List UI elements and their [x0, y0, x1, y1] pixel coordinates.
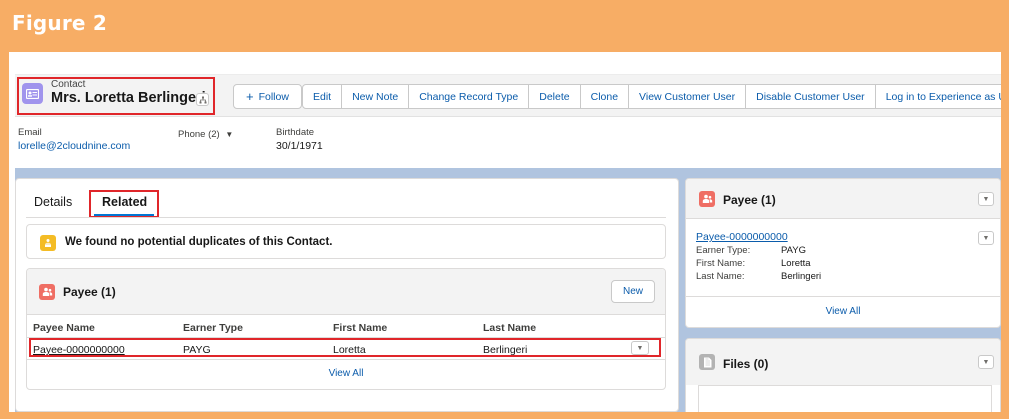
payee-row-highlight	[29, 338, 661, 357]
payee-icon	[699, 191, 715, 207]
related-tab-panel: Details Related We found no potential du…	[15, 178, 679, 412]
files-card: Files (0) ▼	[685, 338, 1001, 412]
row-divider	[27, 359, 665, 360]
chevron-down-icon: ▼	[225, 130, 234, 139]
record-header: Contact Mrs. Loretta Berlingeri + Follow…	[15, 74, 1001, 168]
birthdate-value: 30/1/1971	[276, 140, 323, 152]
payee-side-view-all[interactable]: View All	[686, 306, 1000, 317]
duplicate-message: We found no potential duplicates of this…	[65, 236, 333, 248]
column-header-payee-name[interactable]: Payee Name	[33, 322, 95, 334]
duplicate-check-card: We found no potential duplicates of this…	[26, 224, 666, 259]
first-name-label: First Name:	[696, 258, 746, 269]
earner-type-label: Earner Type:	[696, 245, 751, 256]
last-name-value: Berlingeri	[781, 271, 822, 282]
record-type-label: Contact	[51, 79, 86, 90]
related-tab-highlight	[89, 190, 159, 218]
files-upload-area[interactable]	[698, 385, 992, 412]
payee-side-header: Payee (1) ▼	[686, 179, 1000, 219]
payee-side-card: Payee (1) ▼ Payee-0000000000 ▼ Earner Ty…	[685, 178, 1001, 328]
birthdate-label: Birthdate	[276, 127, 315, 138]
files-title: Files (0)	[723, 357, 769, 371]
last-name-label: Last Name:	[696, 271, 745, 282]
payee-related-header: Payee (1) New	[27, 269, 665, 315]
plus-icon: +	[246, 89, 254, 104]
payee-view-all-link[interactable]: View All	[27, 368, 665, 379]
follow-button-group: + Follow	[233, 84, 302, 109]
hierarchy-icon[interactable]	[196, 93, 209, 106]
payee-item-menu[interactable]: ▼	[978, 231, 994, 245]
chevron-down-icon: ▼	[982, 358, 990, 366]
column-header-last-name[interactable]: Last Name	[483, 322, 536, 334]
files-header: Files (0) ▼	[686, 339, 1000, 385]
column-header-first-name[interactable]: First Name	[333, 322, 387, 334]
delete-button[interactable]: Delete	[528, 84, 581, 109]
new-note-button[interactable]: New Note	[341, 84, 410, 109]
tabs-divider	[26, 217, 666, 218]
first-name-value: Loretta	[781, 258, 811, 269]
payee-side-link[interactable]: Payee-0000000000	[696, 231, 788, 243]
duplicate-person-icon	[40, 235, 56, 251]
file-icon	[699, 354, 715, 370]
follow-button[interactable]: + Follow	[233, 84, 302, 109]
record-name: Mrs. Loretta Berlingeri	[51, 90, 206, 106]
email-link[interactable]: lorelle@2cloudnine.com	[18, 140, 130, 152]
phone-label: Phone (2)	[178, 129, 220, 140]
payee-side-divider	[686, 296, 1000, 297]
view-customer-user-button[interactable]: View Customer User	[628, 84, 747, 109]
change-record-type-button[interactable]: Change Record Type	[408, 84, 530, 109]
follow-label: Follow	[258, 90, 289, 103]
earner-type-value: PAYG	[781, 245, 806, 256]
tab-details[interactable]: Details	[34, 195, 72, 209]
chevron-down-icon: ▼	[982, 195, 990, 203]
phone-dropdown[interactable]: Phone (2) ▼	[178, 129, 233, 140]
figure-banner-title: Figure 2	[12, 11, 107, 35]
clone-button[interactable]: Clone	[579, 84, 630, 109]
login-as-user-button[interactable]: Log in to Experience as User	[874, 84, 1001, 109]
column-header-earner-type[interactable]: Earner Type	[183, 322, 243, 334]
chevron-down-icon: ▼	[982, 234, 990, 242]
payee-list-title: Payee (1)	[63, 285, 116, 299]
payee-side-title: Payee (1)	[723, 193, 776, 207]
disable-customer-user-button[interactable]: Disable Customer User	[745, 84, 876, 109]
email-label: Email	[18, 127, 42, 138]
edit-button[interactable]: Edit	[302, 84, 343, 109]
salesforce-screen: Contact Mrs. Loretta Berlingeri + Follow…	[9, 52, 1001, 412]
action-button-group: Edit New Note Change Record Type Delete …	[302, 84, 1001, 109]
payee-related-list: Payee (1) New Payee Name Earner Type Fir…	[26, 268, 666, 390]
payee-icon	[39, 284, 55, 300]
new-payee-button[interactable]: New	[611, 280, 655, 303]
contact-card-icon	[22, 83, 43, 104]
files-menu[interactable]: ▼	[978, 355, 994, 369]
record-highlights-bar: Contact Mrs. Loretta Berlingeri + Follow…	[15, 75, 1001, 117]
payee-side-menu[interactable]: ▼	[978, 192, 994, 206]
